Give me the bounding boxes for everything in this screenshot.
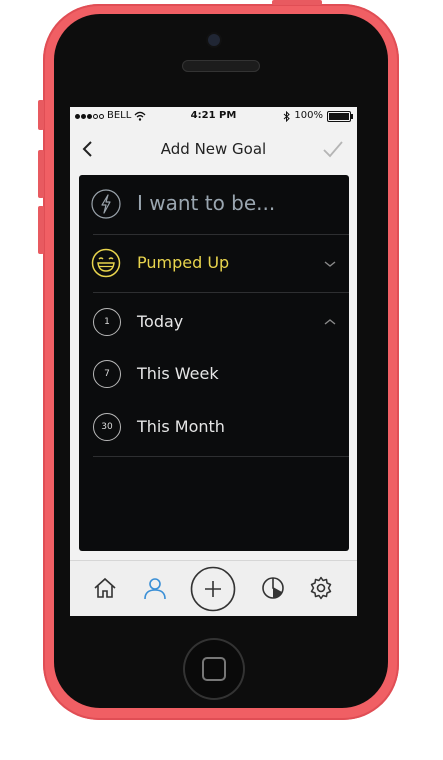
grinning-face-icon xyxy=(91,248,121,278)
day-count-badge: 30 xyxy=(93,413,121,441)
front-camera xyxy=(208,34,220,46)
day-count-badge: 1 xyxy=(93,308,121,336)
home-icon[interactable] xyxy=(92,575,118,601)
add-icon[interactable] xyxy=(190,566,236,612)
lightning-icon xyxy=(91,189,121,219)
day-count-badge: 7 xyxy=(93,360,121,388)
screen: BELL 4:21 PM 100% Add New Goal I want to… xyxy=(70,107,357,616)
gear-icon[interactable] xyxy=(308,575,334,601)
volume-up-button xyxy=(38,150,44,198)
feeling-row[interactable]: Pumped Up xyxy=(79,235,349,292)
tab-bar xyxy=(70,560,357,616)
timeframe-this-month[interactable]: 30 This Month xyxy=(79,400,349,452)
power-button xyxy=(272,0,322,5)
home-button[interactable] xyxy=(183,638,245,700)
profile-icon[interactable] xyxy=(142,575,168,601)
goal-panel: I want to be... Pumped Up 1 Today 7 This… xyxy=(79,175,349,551)
pie-chart-icon[interactable] xyxy=(260,575,286,601)
bluetooth-icon xyxy=(284,110,291,122)
goal-prompt-row[interactable]: I want to be... xyxy=(79,175,349,233)
timeframe-label: This Month xyxy=(137,417,225,436)
feeling-label: Pumped Up xyxy=(137,253,230,272)
battery-percent: 100% xyxy=(294,110,323,121)
timeframe-label: Today xyxy=(137,312,184,331)
divider xyxy=(93,456,349,457)
chevron-down-icon[interactable] xyxy=(323,259,337,269)
goal-prompt-text: I want to be... xyxy=(137,191,276,215)
mute-switch xyxy=(38,100,44,130)
chevron-up-icon[interactable] xyxy=(323,317,337,327)
earpiece-speaker xyxy=(182,60,260,72)
checkmark-icon[interactable] xyxy=(321,137,345,161)
navigation-bar: Add New Goal xyxy=(70,125,357,173)
battery-icon xyxy=(327,110,353,122)
timeframe-label: This Week xyxy=(137,364,219,383)
timeframe-this-week[interactable]: 7 This Week xyxy=(79,347,349,399)
page-title: Add New Goal xyxy=(160,140,267,158)
status-bar: BELL 4:21 PM 100% xyxy=(70,107,357,125)
home-button-square-icon xyxy=(202,657,226,681)
timeframe-today[interactable]: 1 Today xyxy=(79,293,349,349)
volume-down-button xyxy=(38,206,44,254)
